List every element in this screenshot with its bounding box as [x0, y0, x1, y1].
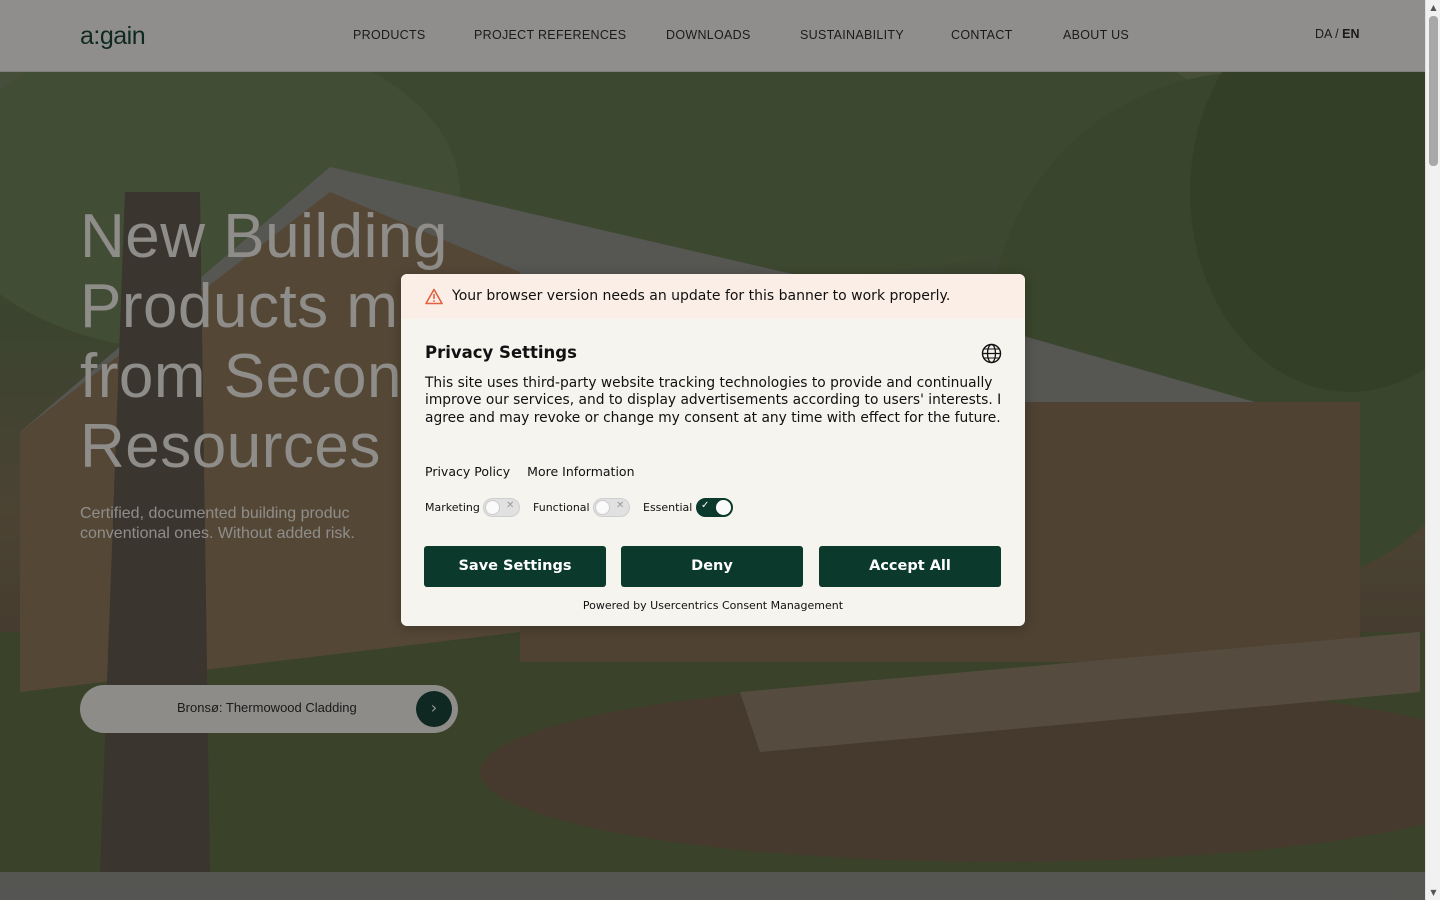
toggle-knob	[485, 500, 500, 515]
powered-by-text[interactable]: Powered by Usercentrics Consent Manageme…	[401, 599, 1025, 612]
browser-update-warning: Your browser version needs an update for…	[401, 274, 1025, 319]
cross-icon: ✕	[616, 500, 625, 511]
marketing-toggle[interactable]: ✕	[483, 498, 520, 517]
page-scrollbar[interactable]: ▲ ▼	[1425, 0, 1440, 900]
scroll-down-arrow-icon[interactable]: ▼	[1429, 888, 1438, 897]
privacy-settings-dialog: Your browser version needs an update for…	[401, 274, 1025, 626]
dialog-description: This site uses third-party website track…	[425, 375, 1002, 426]
marketing-toggle-label: Marketing	[425, 501, 480, 514]
essential-toggle-label: Essential	[643, 501, 693, 514]
toggle-knob	[716, 500, 731, 515]
dialog-links: Privacy Policy More Information	[425, 464, 648, 479]
scrollbar-thumb[interactable]	[1429, 16, 1438, 166]
more-information-link[interactable]: More Information	[527, 464, 634, 479]
essential-toggle[interactable]: ✓	[696, 498, 733, 517]
check-icon: ✓	[701, 500, 710, 511]
scroll-up-arrow-icon[interactable]: ▲	[1429, 3, 1438, 12]
privacy-policy-link[interactable]: Privacy Policy	[425, 464, 510, 479]
deny-button[interactable]: Deny	[621, 546, 803, 587]
warning-text: Your browser version needs an update for…	[452, 288, 951, 304]
functional-toggle[interactable]: ✕	[593, 498, 630, 517]
functional-toggle-label: Functional	[533, 501, 590, 514]
save-settings-button[interactable]: Save Settings	[424, 546, 606, 587]
warning-triangle-icon	[425, 288, 443, 305]
globe-icon[interactable]	[981, 343, 1002, 364]
accept-all-button[interactable]: Accept All	[819, 546, 1001, 587]
toggle-knob	[595, 500, 610, 515]
cross-icon: ✕	[506, 500, 515, 511]
dialog-title: Privacy Settings	[425, 343, 577, 362]
